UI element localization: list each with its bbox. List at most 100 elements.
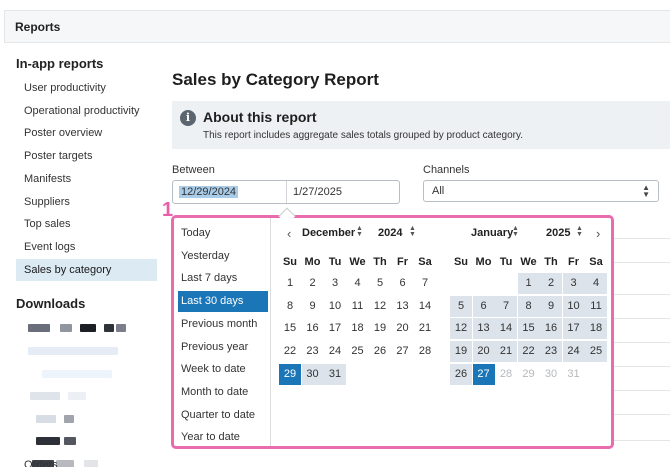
date-from-value[interactable]: 12/29/2024 [179, 186, 239, 198]
calendar-day[interactable]: 12 [450, 318, 472, 340]
calendar-day[interactable]: 21 [414, 318, 436, 339]
calendar-day[interactable]: 19 [450, 341, 472, 363]
calendar-day[interactable]: 30 [301, 363, 324, 385]
calendar-day[interactable]: 16 [540, 318, 562, 340]
calendar-day[interactable]: 12 [369, 296, 391, 317]
calendar-day[interactable]: 17 [562, 318, 585, 340]
calendar-day[interactable]: 2 [540, 273, 562, 294]
calendar-day[interactable]: 18 [585, 318, 607, 340]
preset-last-7-days[interactable]: Last 7 days [178, 268, 268, 289]
sidebar-item-manifests[interactable]: Manifests [16, 168, 157, 190]
preset-month-to-date[interactable]: Month to date [178, 382, 268, 403]
calendar-day[interactable]: 6 [392, 273, 414, 294]
calendar-day[interactable]: 25 [347, 341, 369, 362]
calendar-day[interactable]: 9 [540, 295, 562, 317]
calendar-day[interactable]: 14 [495, 318, 517, 340]
calendar-day[interactable]: 10 [324, 296, 346, 317]
page: Reports In-app reports User productivity… [0, 0, 670, 467]
calendar-day[interactable]: 22 [279, 341, 301, 362]
calendar-day[interactable]: 20 [472, 341, 495, 363]
calendar-day[interactable]: 15 [517, 318, 540, 340]
calendar-day[interactable]: 20 [392, 318, 414, 339]
calendar-day[interactable]: 13 [472, 318, 495, 340]
sidebar: In-app reports User productivity Operatio… [4, 43, 164, 467]
calendar-day[interactable]: 3 [324, 273, 346, 294]
calendar-day[interactable]: 1 [517, 273, 540, 294]
calendar-day[interactable]: 17 [324, 318, 346, 339]
calendar-day[interactable]: 13 [392, 296, 414, 317]
calendar-day[interactable]: 23 [302, 341, 324, 362]
preset-previous-month[interactable]: Previous month [178, 314, 268, 335]
channels-select[interactable]: All ▲ ▼ [423, 180, 659, 202]
calendar-day[interactable]: 22 [517, 341, 540, 363]
sidebar-item-poster-targets[interactable]: Poster targets [16, 145, 157, 167]
date-range-input[interactable]: 12/29/2024 1/27/2025 [172, 180, 400, 204]
date-to-value[interactable]: 1/27/2025 [293, 186, 342, 198]
calendar-day[interactable]: 25 [585, 341, 607, 363]
preset-week-to-date[interactable]: Week to date [178, 359, 268, 380]
calendar-day[interactable]: 21 [495, 341, 517, 363]
preset-year-to-date[interactable]: Year to date [178, 427, 268, 448]
calendar-day[interactable]: 4 [585, 273, 607, 294]
calendar-day[interactable]: 23 [540, 341, 562, 363]
calendar-day[interactable]: 5 [369, 273, 391, 294]
calendar-day[interactable]: 24 [562, 341, 585, 363]
calendar-day[interactable]: 26 [369, 341, 391, 362]
calendar-day[interactable]: 5 [450, 295, 472, 317]
calendar-day[interactable]: 11 [347, 296, 369, 317]
calendar-day[interactable]: 7 [495, 295, 517, 317]
calendar-day[interactable]: 27 [472, 363, 495, 385]
calendar-day[interactable]: 31 [324, 363, 346, 385]
preset-previous-year[interactable]: Previous year [178, 337, 268, 358]
calendar-day[interactable]: 1 [279, 273, 301, 294]
updown-icon: ▲ ▼ [512, 225, 519, 238]
year-select-left[interactable]: 2024 [378, 227, 402, 239]
calendar-day[interactable]: 2 [302, 273, 324, 294]
sidebar-item-operational-productivity[interactable]: Operational productivity [16, 100, 157, 122]
sidebar-item-orders[interactable]: Orders [16, 454, 157, 467]
calendar-day[interactable]: 8 [517, 295, 540, 317]
calendar-day[interactable]: 16 [302, 318, 324, 339]
calendar-day[interactable]: 15 [279, 318, 301, 339]
sidebar-item-top-sales[interactable]: Top sales [16, 213, 157, 235]
table-divider [612, 366, 670, 367]
preset-quarter-to-date[interactable]: Quarter to date [178, 405, 268, 426]
calendar-day[interactable]: 4 [347, 273, 369, 294]
month-select-right[interactable]: January [471, 227, 513, 239]
preset-yesterday[interactable]: Yesterday [178, 246, 268, 267]
sidebar-item-event-logs[interactable]: Event logs [16, 236, 157, 258]
calendar-day[interactable]: 27 [392, 341, 414, 362]
calendar-day[interactable]: 28 [414, 341, 436, 362]
calendar-day[interactable]: 26 [450, 363, 472, 385]
calendar-day[interactable]: 30 [540, 364, 562, 385]
calendar-day[interactable]: 24 [324, 341, 346, 362]
next-month-icon[interactable]: › [596, 226, 600, 241]
calendar-day[interactable]: 9 [302, 296, 324, 317]
page-title: Sales by Category Report [172, 70, 379, 89]
channels-label: Channels [423, 164, 470, 176]
calendar-day[interactable]: 31 [563, 364, 585, 385]
sidebar-item-user-productivity[interactable]: User productivity [16, 77, 157, 99]
calendar-day[interactable]: 3 [562, 273, 585, 294]
month-select-left[interactable]: December [302, 227, 355, 239]
preset-last-30-days[interactable]: Last 30 days [178, 291, 268, 313]
weekday-header: Su [282, 256, 298, 268]
calendar-day[interactable]: 29 [279, 363, 301, 385]
calendar-day[interactable]: 28 [495, 364, 517, 385]
prev-month-icon[interactable]: ‹ [287, 226, 291, 241]
year-select-right[interactable]: 2025 [546, 227, 570, 239]
calendar-day[interactable]: 8 [279, 296, 301, 317]
calendar-day[interactable]: 29 [518, 364, 540, 385]
calendar-day[interactable]: 6 [472, 295, 495, 317]
calendar-day[interactable]: 7 [414, 273, 436, 294]
between-label: Between [172, 164, 215, 176]
calendar-day[interactable]: 10 [562, 295, 585, 317]
calendar-day[interactable]: 18 [347, 318, 369, 339]
preset-today[interactable]: Today [178, 223, 268, 244]
calendar-day[interactable]: 14 [414, 296, 436, 317]
calendar-day[interactable]: 19 [369, 318, 391, 339]
calendar-day[interactable]: 11 [585, 295, 607, 317]
sidebar-item-suppliers[interactable]: Suppliers [16, 191, 157, 213]
sidebar-item-sales-by-category[interactable]: Sales by category [16, 258, 157, 281]
sidebar-item-poster-overview[interactable]: Poster overview [16, 122, 157, 144]
